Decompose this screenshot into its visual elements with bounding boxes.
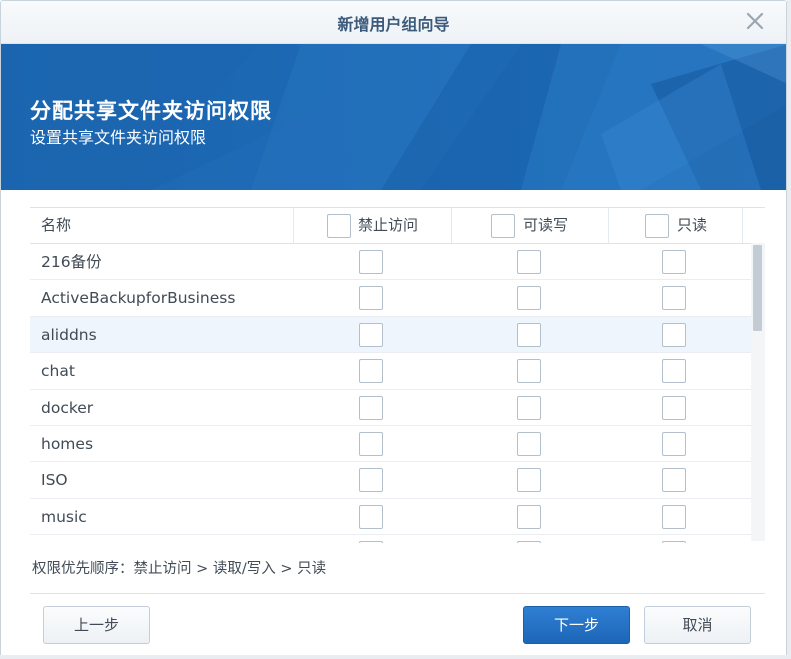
deny-checkbox[interactable]	[359, 395, 383, 420]
read-write-checkbox[interactable]	[517, 395, 541, 420]
scrollbar-thumb[interactable]	[753, 245, 762, 331]
banner-subheading: 设置共享文件夹访问权限	[30, 128, 207, 147]
column-header-read-write: 可读写	[523, 216, 569, 234]
read-write-checkbox[interactable]	[517, 431, 541, 456]
read-write-checkbox[interactable]	[517, 286, 541, 311]
share-name: ISO	[41, 471, 68, 490]
read-write-checkbox[interactable]	[517, 468, 541, 493]
column-header-read-only: 只读	[677, 216, 708, 234]
deny-checkbox[interactable]	[359, 504, 383, 529]
column-divider[interactable]	[608, 208, 609, 243]
read-only-checkbox[interactable]	[662, 541, 686, 543]
wizard-banner: 分配共享文件夹访问权限 设置共享文件夹访问权限	[1, 44, 786, 190]
table-row[interactable]: docker	[30, 390, 765, 426]
read-only-checkbox[interactable]	[662, 286, 686, 311]
dialog-title: 新增用户组向导	[337, 15, 450, 34]
footer-divider	[30, 593, 765, 594]
table-row[interactable]: music	[30, 499, 765, 536]
permissions-grid: 名称 禁止访问 可读写 只读 216备份 ActiveBackupforBusi…	[30, 207, 765, 543]
window-edge	[787, 0, 791, 659]
share-name: docker	[41, 398, 94, 417]
read-only-all-checkbox[interactable]	[645, 214, 669, 238]
deny-checkbox[interactable]	[359, 359, 383, 384]
read-write-checkbox[interactable]	[517, 250, 541, 274]
column-divider[interactable]	[293, 208, 294, 243]
table-row[interactable]: chat	[30, 353, 765, 390]
deny-checkbox[interactable]	[359, 541, 383, 543]
column-header-name[interactable]: 名称	[41, 208, 71, 243]
share-name: 216备份	[41, 253, 102, 271]
table-row[interactable]: homes	[30, 426, 765, 463]
column-divider[interactable]	[742, 208, 743, 243]
share-name: chat	[41, 362, 75, 381]
deny-checkbox[interactable]	[359, 250, 383, 274]
cancel-button[interactable]: 取消	[644, 606, 751, 644]
table-row[interactable]: 216备份	[30, 244, 765, 281]
column-header-deny: 禁止访问	[358, 216, 419, 234]
table-row-selected[interactable]: aliddns	[30, 316, 765, 354]
share-name: homes	[41, 434, 94, 453]
grid-header: 名称 禁止访问 可读写 只读	[30, 208, 765, 244]
table-row[interactable]	[30, 535, 765, 543]
deny-checkbox[interactable]	[359, 468, 383, 493]
share-name: music	[41, 507, 87, 526]
title-bar: 新增用户组向导	[1, 1, 786, 44]
read-only-checkbox[interactable]	[662, 359, 686, 384]
read-only-checkbox[interactable]	[662, 468, 686, 493]
close-icon[interactable]	[744, 10, 766, 32]
read-only-checkbox[interactable]	[662, 504, 686, 529]
read-only-checkbox[interactable]	[662, 395, 686, 420]
share-name: ActiveBackupforBusiness	[41, 289, 236, 308]
previous-button[interactable]: 上一步	[43, 606, 150, 644]
read-write-checkbox[interactable]	[517, 359, 541, 384]
next-button[interactable]: 下一步	[523, 606, 630, 644]
permission-priority-hint: 权限优先顺序：禁止访问 > 读取/写入 > 只读	[32, 561, 327, 577]
table-row[interactable]: ISO	[30, 462, 765, 499]
wizard-dialog: 新增用户组向导 分配共享文件夹访问权限 设置共享文件夹访问权限 名称 禁止访问 …	[0, 0, 787, 659]
read-write-checkbox[interactable]	[517, 504, 541, 529]
read-only-checkbox[interactable]	[662, 250, 686, 274]
grid-rows: 216备份 ActiveBackupforBusiness aliddns ch…	[30, 244, 765, 543]
banner-heading: 分配共享文件夹访问权限	[30, 99, 272, 123]
share-name: aliddns	[41, 325, 97, 344]
window-edge	[0, 655, 791, 659]
deny-all-checkbox[interactable]	[327, 214, 351, 238]
read-only-checkbox[interactable]	[662, 322, 686, 347]
read-write-all-checkbox[interactable]	[491, 214, 515, 238]
deny-checkbox[interactable]	[359, 322, 383, 347]
deny-checkbox[interactable]	[359, 286, 383, 311]
read-write-checkbox[interactable]	[517, 322, 541, 347]
read-write-checkbox[interactable]	[517, 541, 541, 543]
deny-checkbox[interactable]	[359, 431, 383, 456]
read-only-checkbox[interactable]	[662, 431, 686, 456]
column-divider[interactable]	[451, 208, 452, 243]
table-row[interactable]: ActiveBackupforBusiness	[30, 280, 765, 317]
